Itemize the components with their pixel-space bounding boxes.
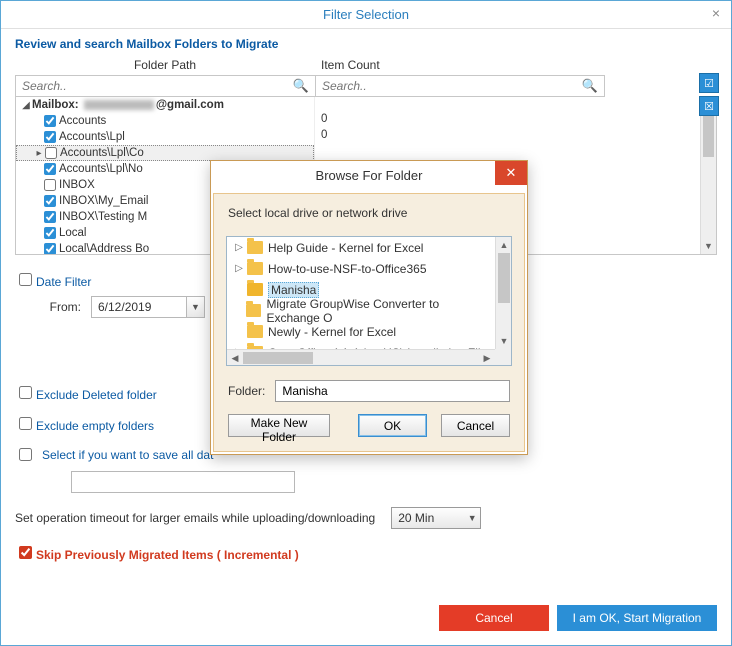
folder-icon: [247, 262, 263, 275]
folder-checkbox[interactable]: [44, 211, 56, 223]
folder-name-input[interactable]: [275, 380, 510, 402]
search-input-path[interactable]: 🔍: [15, 75, 315, 97]
folder-checkbox[interactable]: [44, 243, 56, 255]
folder-icon: [247, 241, 263, 254]
ok-button[interactable]: OK: [358, 414, 427, 437]
close-icon[interactable]: ×: [707, 5, 725, 23]
from-label: From:: [45, 300, 81, 314]
folder-checkbox[interactable]: [44, 227, 56, 239]
collapse-icon[interactable]: ◢: [20, 100, 32, 111]
dialog-instruction: Select local drive or network drive: [228, 206, 512, 220]
grid-header: Folder Path Item Count: [15, 55, 717, 75]
mailbox-root: Mailbox: @gmail.com: [32, 99, 224, 111]
section-heading: Review and search Mailbox Folders to Mig…: [1, 29, 731, 55]
timeout-label: Set operation timeout for larger emails …: [15, 511, 375, 525]
uncheck-all-button[interactable]: ☒: [699, 96, 719, 116]
folder-open-icon: [247, 283, 263, 296]
redacted-text: [84, 100, 154, 110]
chevron-down-icon[interactable]: ▼: [464, 513, 480, 523]
timeout-select[interactable]: 20 Min▼: [391, 507, 481, 529]
scrollbar-vertical[interactable]: ▲▼: [495, 237, 511, 349]
folder-checkbox[interactable]: [44, 115, 56, 127]
dialog-titlebar: Browse For Folder ✕: [211, 161, 527, 191]
folder-checkbox[interactable]: [44, 163, 56, 175]
search-icon[interactable]: 🔍: [287, 78, 315, 94]
date-from-input[interactable]: 6/12/2019▼: [91, 296, 205, 318]
folder-icon: [246, 304, 261, 317]
save-path-input[interactable]: [71, 471, 295, 493]
search-icon[interactable]: 🔍: [576, 78, 604, 94]
folder-checkbox[interactable]: [44, 195, 56, 207]
dialog-close-button[interactable]: ✕: [495, 161, 527, 185]
column-folder-path: Folder Path: [15, 55, 315, 75]
folder-browser-tree[interactable]: ▷Help Guide - Kernel for Excel ▷How-to-u…: [226, 236, 512, 366]
search-input-count[interactable]: 🔍: [315, 75, 605, 97]
folder-icon: [247, 325, 263, 338]
folder-label: Folder:: [228, 384, 265, 398]
column-item-count: Item Count: [315, 55, 605, 75]
start-migration-button[interactable]: I am OK, Start Migration: [557, 605, 717, 631]
scrollbar-vertical[interactable]: ▲▼: [700, 97, 716, 254]
folder-checkbox[interactable]: [45, 147, 57, 159]
check-all-button[interactable]: ☑: [699, 73, 719, 93]
browse-folder-dialog: Browse For Folder ✕ Select local drive o…: [210, 160, 528, 455]
window-title: Filter Selection: [323, 7, 409, 22]
folder-checkbox[interactable]: [44, 131, 56, 143]
expand-icon[interactable]: ▸: [33, 148, 45, 159]
scrollbar-horizontal[interactable]: ◀▶: [227, 349, 495, 365]
cancel-button[interactable]: Cancel: [439, 605, 549, 631]
folder-checkbox[interactable]: [44, 179, 56, 191]
window-titlebar: Filter Selection ×: [1, 1, 731, 29]
dropdown-icon[interactable]: ▼: [186, 297, 204, 317]
dialog-cancel-button[interactable]: Cancel: [441, 414, 510, 437]
skip-migrated-checkbox[interactable]: Skip Previously Migrated Items ( Increme…: [1, 539, 731, 566]
make-new-folder-button[interactable]: Make New Folder: [228, 414, 330, 437]
